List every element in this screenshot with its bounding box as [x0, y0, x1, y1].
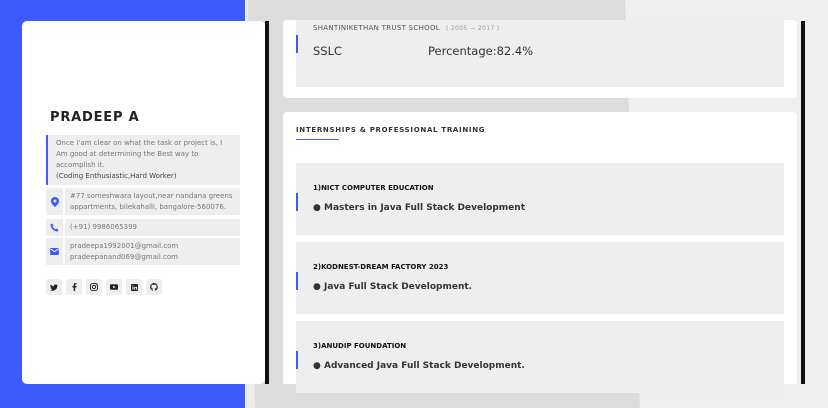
address-text: #77 someshwara layout,near nandana green…: [65, 188, 240, 215]
envelope-icon: [46, 238, 63, 265]
internships-card: INTERNSHIPS & PROFESSIONAL TRAINING 1)NI…: [283, 112, 797, 393]
vertical-divider: [265, 21, 269, 384]
training-item-1: 1)NICT COMPUTER EDUCATION ● Masters in J…: [296, 163, 784, 235]
school-name: SHANTINIKETHAN TRUST SCHOOL ( 2005 — 2017…: [313, 24, 499, 32]
accent-bar: [296, 351, 298, 369]
training-title: 1)NICT COMPUTER EDUCATION: [313, 184, 434, 192]
education-level: SSLC: [313, 44, 343, 58]
school-years: ( 2005 — 2017 ): [446, 25, 500, 32]
profile-card: PRADEEP A Once I'am clear on what the ta…: [22, 21, 265, 384]
facebook-icon[interactable]: [66, 279, 82, 295]
training-detail: ● Advanced Java Full Stack Development.: [313, 361, 525, 371]
accent-bar: [296, 272, 298, 290]
accent-bar: [296, 35, 298, 53]
sslc-box: SHANTINIKETHAN TRUST SCHOOL ( 2005 — 2017…: [296, 20, 784, 87]
profile-about: Once I'am clear on what the task or proj…: [46, 135, 240, 185]
social-links: [46, 279, 162, 295]
contact-address: #77 someshwara layout,near nandana green…: [46, 188, 240, 215]
school-title: SHANTINIKETHAN TRUST SCHOOL: [313, 24, 440, 32]
training-detail: ● Java Full Stack Development.: [313, 282, 473, 292]
instagram-icon[interactable]: [86, 279, 102, 295]
training-title: 2)KODNEST-DREAM FACTORY 2023: [313, 263, 449, 271]
accent-bar: [296, 193, 298, 211]
twitter-icon[interactable]: [46, 279, 62, 295]
phone-text: (+91) 9986065399: [65, 219, 240, 236]
education-card: SHANTINIKETHAN TRUST SCHOOL ( 2005 — 2017…: [283, 20, 797, 98]
phone-icon: [46, 219, 63, 236]
training-title: 3)ANUDIP FOUNDATION: [313, 342, 407, 350]
github-icon[interactable]: [146, 279, 162, 295]
email-1[interactable]: pradeepa1992001@gmail.com: [70, 241, 235, 252]
education-percentage: Percentage:82.4%: [428, 44, 534, 58]
email-text: pradeepa1992001@gmail.com pradeepanand06…: [65, 238, 240, 265]
linkedin-icon[interactable]: [126, 279, 142, 295]
training-item-2: 2)KODNEST-DREAM FACTORY 2023 ● Java Full…: [296, 242, 784, 314]
profile-name: PRADEEP A: [50, 110, 140, 125]
right-scroll-border: [801, 21, 805, 384]
section-underline: [296, 139, 339, 140]
map-pin-icon: [46, 188, 63, 215]
contact-phone: (+91) 9986065399: [46, 219, 240, 236]
training-detail: ● Masters in Java Full Stack Development: [313, 203, 525, 213]
about-strong: (Coding Enthusiastic,Hard Worker): [56, 172, 177, 180]
section-title: INTERNSHIPS & PROFESSIONAL TRAINING: [296, 126, 486, 134]
youtube-icon[interactable]: [106, 279, 122, 295]
contact-email: pradeepa1992001@gmail.com pradeepanand06…: [46, 238, 240, 265]
training-item-3: 3)ANUDIP FOUNDATION ● Advanced Java Full…: [296, 321, 784, 393]
email-2[interactable]: pradeepanand069@gmail.com: [70, 252, 235, 263]
about-text: Once I'am clear on what the task or proj…: [56, 139, 223, 169]
